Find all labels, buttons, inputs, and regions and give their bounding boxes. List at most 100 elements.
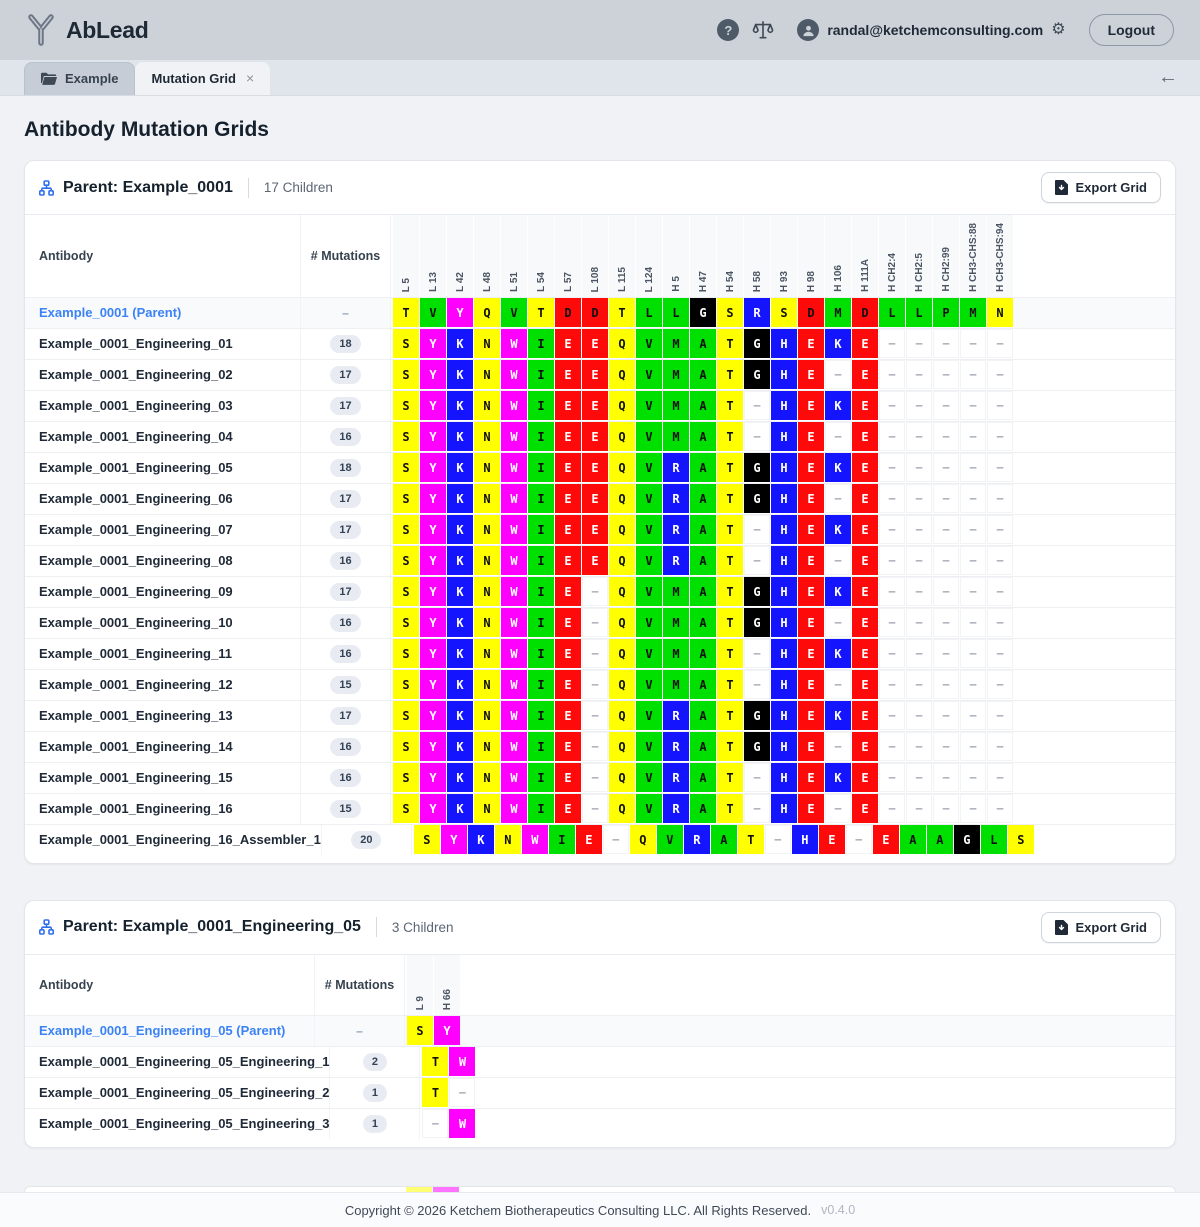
mutation-cell: – bbox=[933, 422, 959, 451]
tab-mutation-grid[interactable]: Mutation Grid × bbox=[135, 62, 270, 95]
position-column-header: H 98 bbox=[798, 215, 824, 297]
panel-header: Parent: Example_0001_Engineering_05 3 Ch… bbox=[25, 901, 1175, 955]
mutation-cell: W bbox=[501, 639, 527, 668]
mutation-cell: – bbox=[906, 329, 932, 358]
mutation-cell: – bbox=[825, 422, 851, 451]
mutation-cell: K bbox=[447, 484, 473, 513]
mutation-cell: E bbox=[852, 794, 878, 823]
mutation-cell: E bbox=[873, 825, 899, 854]
mutation-count: – bbox=[315, 1016, 405, 1046]
mutation-count-badge: 20 bbox=[351, 831, 381, 849]
mutation-cell: – bbox=[879, 763, 905, 792]
mutation-cell: H bbox=[771, 670, 797, 699]
antibody-name: Example_0001_Engineering_05 bbox=[25, 453, 301, 483]
mutation-cell: E bbox=[555, 670, 581, 699]
mutation-cell: S bbox=[393, 453, 419, 482]
mutation-cell: Y bbox=[420, 763, 446, 792]
help-icon[interactable]: ? bbox=[717, 19, 739, 41]
position-column-header: H 47 bbox=[690, 215, 716, 297]
mutation-cell: E bbox=[555, 546, 581, 575]
mutation-cell: – bbox=[987, 422, 1013, 451]
tab-example[interactable]: Example bbox=[24, 62, 135, 95]
mutation-cell: N bbox=[474, 360, 500, 389]
antibody-column-header: Antibody bbox=[25, 955, 315, 1015]
mutation-cell: – bbox=[879, 453, 905, 482]
mutation-cell: – bbox=[879, 670, 905, 699]
grid-row: Example_0001_Engineering_05 (Parent)–SY bbox=[25, 1015, 1175, 1046]
mutation-cell: E bbox=[798, 701, 824, 730]
mutation-cell: G bbox=[744, 329, 770, 358]
mutation-count: 2 bbox=[330, 1047, 420, 1077]
mutation-cell: – bbox=[987, 701, 1013, 730]
mutation-cell: – bbox=[582, 639, 608, 668]
mutation-count: 18 bbox=[301, 329, 391, 359]
mutation-cell: E bbox=[852, 546, 878, 575]
mutation-cell: S bbox=[393, 639, 419, 668]
mutation-cell: – bbox=[825, 608, 851, 637]
divider bbox=[248, 178, 249, 198]
mutation-count-badge: 17 bbox=[330, 583, 360, 601]
export-grid-button[interactable]: Export Grid bbox=[1041, 912, 1161, 943]
gear-icon[interactable]: ⚙ bbox=[1051, 22, 1065, 38]
antibody-parent-link[interactable]: Example_0001_Engineering_05 (Parent) bbox=[25, 1016, 315, 1046]
grid-row: Example_0001 (Parent)–TVYQVTDDTLLGSRSDMD… bbox=[25, 297, 1175, 328]
mutation-cell: E bbox=[798, 546, 824, 575]
mutation-cell: K bbox=[447, 763, 473, 792]
grid-row: Example_0001_Engineering_05_Engineering_… bbox=[25, 1108, 1175, 1139]
mutation-cell: V bbox=[636, 701, 662, 730]
mutation-cell: V bbox=[636, 546, 662, 575]
mutation-count-badge: – bbox=[342, 306, 349, 320]
mutation-cell: E bbox=[555, 794, 581, 823]
tab-label: Mutation Grid bbox=[151, 71, 236, 86]
mutation-cell: V bbox=[636, 608, 662, 637]
antibody-name: Example_0001_Engineering_05_Engineering_… bbox=[25, 1047, 330, 1077]
grid-header-row: Antibody# MutationsL 5L 13L 42L 48L 51L … bbox=[25, 215, 1175, 297]
mutation-cell: K bbox=[447, 794, 473, 823]
mutation-cell: E bbox=[555, 701, 581, 730]
mutation-cell: – bbox=[987, 391, 1013, 420]
spacer bbox=[0, 1148, 1200, 1186]
grid-row: Example_0001_Engineering_0317SYKNWIEEQVM… bbox=[25, 390, 1175, 421]
mutation-cell: K bbox=[447, 577, 473, 606]
mutation-cell: E bbox=[798, 763, 824, 792]
mutation-cell: T bbox=[422, 1078, 448, 1107]
mutation-cell: – bbox=[744, 639, 770, 668]
mutation-cell: – bbox=[933, 608, 959, 637]
mutation-cell: E bbox=[852, 763, 878, 792]
mutation-cell: T bbox=[609, 298, 635, 327]
logout-button[interactable]: Logout bbox=[1089, 14, 1174, 46]
antibody-name: Example_0001_Engineering_15 bbox=[25, 763, 301, 793]
export-grid-button[interactable]: Export Grid bbox=[1041, 172, 1161, 203]
close-icon[interactable]: × bbox=[246, 70, 254, 86]
mutation-cell: Q bbox=[609, 360, 635, 389]
scale-icon[interactable] bbox=[752, 20, 774, 40]
mutation-cell: N bbox=[474, 484, 500, 513]
mutation-cell: – bbox=[879, 422, 905, 451]
mutation-cell: H bbox=[771, 794, 797, 823]
mutation-cell: N bbox=[474, 453, 500, 482]
antibody-parent-link[interactable]: Example_0001 (Parent) bbox=[25, 298, 301, 328]
mutation-cell: V bbox=[501, 298, 527, 327]
position-column-header: H 106 bbox=[825, 215, 851, 297]
mutation-cell: E bbox=[852, 577, 878, 606]
back-arrow-icon[interactable]: ← bbox=[1158, 66, 1200, 95]
mutation-cell: V bbox=[636, 391, 662, 420]
mutation-cell: L bbox=[636, 298, 662, 327]
mutation-cell: W bbox=[501, 422, 527, 451]
mutation-cell: W bbox=[501, 453, 527, 482]
mutation-cell: Y bbox=[420, 453, 446, 482]
mutation-cell: K bbox=[447, 360, 473, 389]
grid-row: Example_0001_Engineering_1317SYKNWIE–QVR… bbox=[25, 700, 1175, 731]
mutation-cell: I bbox=[528, 670, 554, 699]
mutation-cell: H bbox=[771, 391, 797, 420]
mutation-cell: – bbox=[933, 670, 959, 699]
mutation-cell: I bbox=[528, 639, 554, 668]
mutation-cell: E bbox=[852, 422, 878, 451]
mutation-cell: E bbox=[582, 453, 608, 482]
position-column-header: H CH2:4 bbox=[879, 215, 905, 297]
antibody-name: Example_0001_Engineering_16 bbox=[25, 794, 301, 824]
mutation-cell: T bbox=[717, 329, 743, 358]
mutation-cell: A bbox=[690, 515, 716, 544]
mutation-cell: – bbox=[879, 515, 905, 544]
mutation-cell: N bbox=[474, 329, 500, 358]
